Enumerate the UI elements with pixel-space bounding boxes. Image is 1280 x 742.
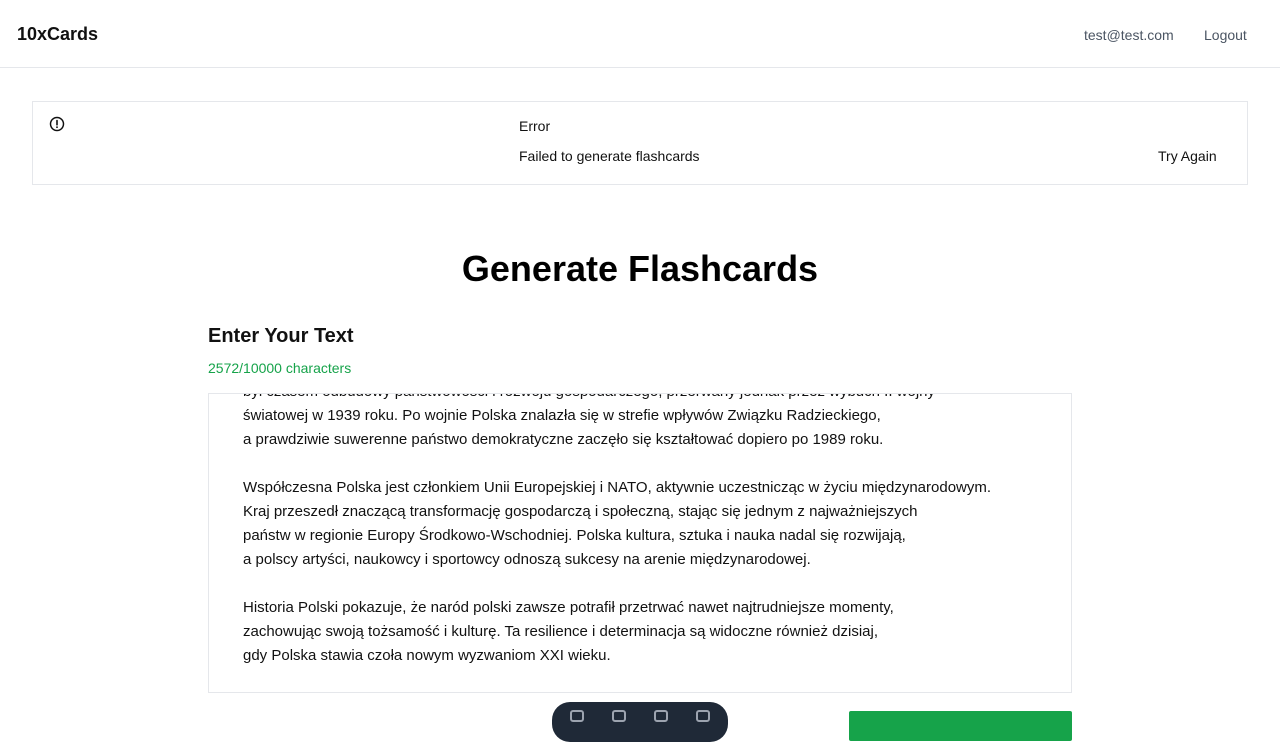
- page-title: Generate Flashcards: [461, 248, 819, 289]
- toolbar-icon[interactable]: [612, 710, 626, 722]
- alert-circle-icon: [49, 116, 65, 132]
- source-text-input[interactable]: był czasem odbudowy państwowości i rozwo…: [208, 393, 1072, 693]
- top-navbar: 10xCards test@test.com Logout: [0, 0, 1280, 68]
- logout-button[interactable]: Logout: [1204, 27, 1247, 43]
- toolbar-icon[interactable]: [570, 710, 584, 722]
- generate-button[interactable]: [849, 711, 1072, 741]
- toolbar-icon[interactable]: [654, 710, 668, 722]
- try-again-button[interactable]: Try Again: [1158, 148, 1217, 164]
- alert-message: Failed to generate flashcards: [519, 148, 700, 164]
- character-count: 2572/10000 characters: [208, 360, 352, 376]
- section-title: Enter Your Text: [208, 325, 354, 347]
- user-email: test@test.com: [1084, 27, 1174, 43]
- dev-toolbar[interactable]: [552, 702, 728, 742]
- source-text-value: był czasem odbudowy państwowości i rozwo…: [243, 394, 992, 664]
- alert-title: Error: [519, 118, 551, 134]
- brand-logo[interactable]: 10xCards: [17, 24, 98, 45]
- error-alert: Error Failed to generate flashcards Try …: [32, 101, 1248, 185]
- toolbar-icon[interactable]: [696, 710, 710, 722]
